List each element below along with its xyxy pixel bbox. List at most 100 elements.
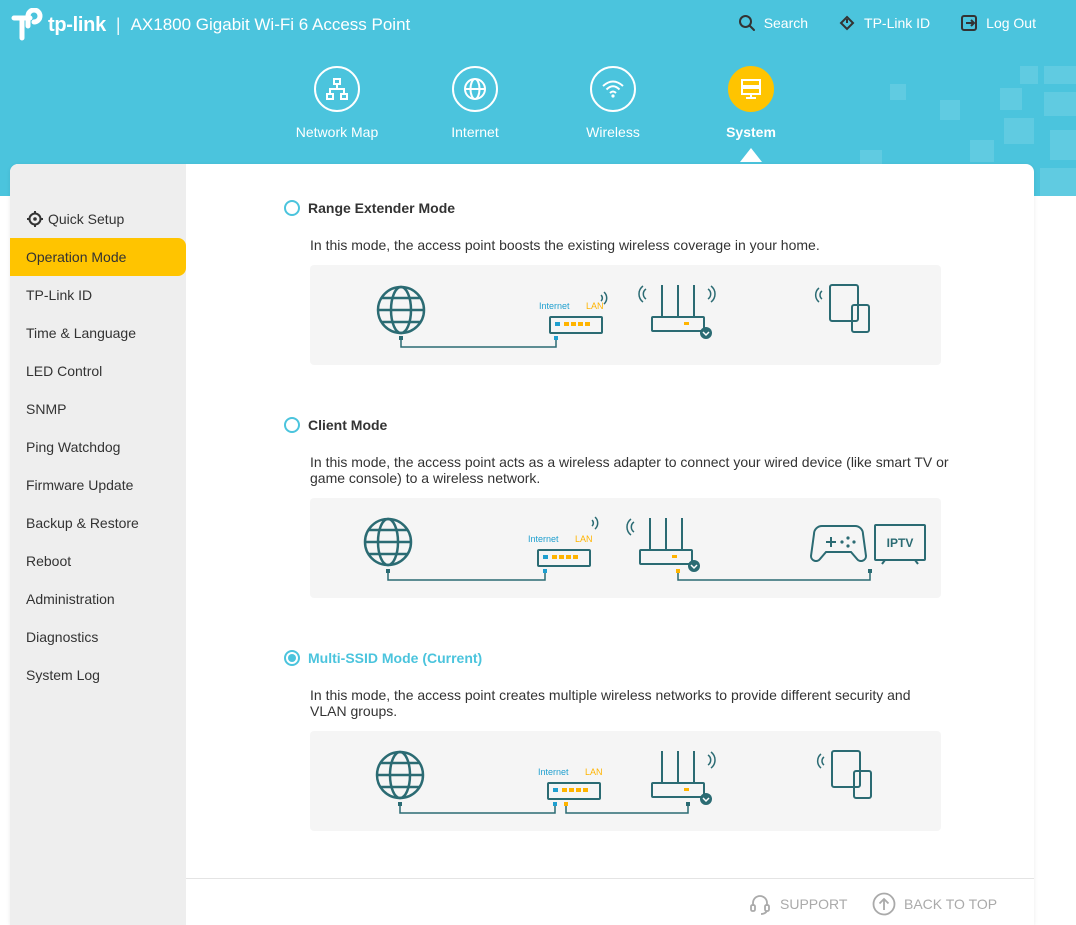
nav-wireless-label: Wireless [586, 124, 640, 140]
client-mode-description: In this mode, the access point acts as a… [310, 454, 949, 486]
header-actions: Search TP-Link ID Log Out [738, 14, 1036, 32]
product-name: AX1800 Gigabit Wi-Fi 6 Access Point [130, 15, 411, 34]
multi-ssid-radio[interactable] [284, 650, 300, 666]
tplink-id-label: TP-Link ID [864, 15, 931, 31]
sidebar-item-backup-restore[interactable]: Backup & Restore [10, 504, 186, 542]
access-point-icon [639, 518, 693, 565]
support-label: SUPPORT [780, 896, 848, 912]
tplink-logo-icon [11, 8, 43, 41]
internet-port-label: Internet [538, 767, 569, 777]
network-map-icon [326, 78, 348, 100]
sidebar-item-administration[interactable]: Administration [10, 580, 186, 618]
sidebar-item-tplink-id[interactable]: TP-Link ID [10, 276, 186, 314]
range-extender-mode-description: In this mode, the access point boosts th… [310, 237, 820, 253]
client-mode-title: Client Mode [308, 417, 388, 433]
logout-button[interactable]: Log Out [960, 14, 1036, 32]
header-separator: | [115, 14, 121, 35]
multi-ssid-diagram: Internet LAN [310, 731, 941, 831]
logout-icon [961, 15, 978, 31]
sidebar-item-label: Reboot [26, 553, 72, 569]
sidebar-item-led-control[interactable]: LED Control [10, 352, 186, 390]
sidebar-item-label: Firmware Update [26, 477, 134, 493]
nav-system[interactable]: System [682, 66, 820, 162]
sidebar-item-ping-watchdog[interactable]: Ping Watchdog [10, 428, 186, 466]
sidebar-item-label: Backup & Restore [26, 515, 139, 531]
sidebar-item-label: Operation Mode [26, 249, 127, 265]
sidebar-item-label: TP-Link ID [26, 287, 93, 303]
range-extender-radio[interactable] [284, 200, 300, 216]
multi-ssid-mode-title: Multi-SSID Mode (Current) [308, 650, 483, 666]
sidebar-item-diagnostics[interactable]: Diagnostics [10, 618, 186, 656]
system-icon [741, 79, 761, 99]
client-mode-section: Client Mode In this mode, the access poi… [284, 417, 950, 598]
range-extender-mode-section: Range Extender Mode In this mode, the ac… [284, 200, 950, 365]
lan-port-label: LAN [586, 301, 604, 311]
sidebar-item-label: LED Control [26, 363, 103, 379]
range-extender-diagram: Internet LAN [310, 265, 941, 365]
client-mode-radio[interactable] [284, 417, 300, 433]
sidebar-item-label: Ping Watchdog [26, 439, 121, 455]
active-nav-indicator [740, 148, 762, 162]
range-extender-mode-option[interactable]: Range Extender Mode [284, 200, 950, 216]
wan-cable [399, 805, 556, 814]
nav-network-map[interactable]: Network Map [268, 66, 406, 140]
sidebar-item-label: Quick Setup [48, 211, 125, 227]
internet-port-label: Internet [528, 534, 559, 544]
internet-port-label: Internet [539, 301, 570, 311]
nav-internet[interactable]: Internet [406, 66, 544, 140]
content-area: Range Extender Mode In this mode, the ac… [186, 164, 1034, 878]
support-link[interactable]: SUPPORT [748, 892, 847, 916]
client-devices-icon [829, 284, 870, 333]
wifi-icon [602, 80, 624, 98]
multi-ssid-mode-description: In this mode, the access point creates m… [310, 687, 911, 719]
ap-wifi-signal-icon [707, 751, 716, 769]
search-button[interactable]: Search [738, 14, 808, 32]
ap-wifi-signal-icon [626, 518, 635, 536]
modem-wifi-signal-icon [591, 516, 599, 530]
access-point-icon [651, 285, 705, 332]
tplink-logo: tp-link | AX1800 Gigabit Wi-Fi 6 Access … [10, 8, 410, 42]
search-icon [738, 15, 755, 31]
game-console-icon [809, 525, 868, 562]
iptv-label: IPTV [887, 536, 914, 550]
sidebar-item-label: Administration [26, 591, 115, 607]
search-label: Search [763, 15, 809, 31]
arrow-up-circle-icon [872, 892, 896, 916]
multi-ssid-mode-option[interactable]: Multi-SSID Mode (Current) [284, 650, 950, 666]
lan-port-label: LAN [575, 534, 593, 544]
client-devices-icon [831, 750, 872, 799]
sidebar-item-label: Time & Language [26, 325, 136, 341]
sidebar-item-quick-setup[interactable]: Quick Setup [10, 200, 186, 238]
tplink-id-icon [839, 15, 855, 31]
nav-network-map-label: Network Map [295, 124, 379, 140]
sidebar-item-snmp[interactable]: SNMP [10, 390, 186, 428]
sidebar-item-operation-mode[interactable]: Operation Mode [10, 238, 186, 276]
sidebar-item-time-language[interactable]: Time & Language [10, 314, 186, 352]
wan-cable [400, 339, 557, 348]
tplink-id-button[interactable]: TP-Link ID [838, 14, 930, 32]
globe-icon [464, 78, 486, 100]
sidebar-item-label: Diagnostics [26, 629, 99, 645]
nav-wireless[interactable]: Wireless [544, 66, 682, 140]
lan-cable [565, 805, 689, 814]
lan-cable [677, 572, 871, 581]
sidebar-item-firmware-update[interactable]: Firmware Update [10, 466, 186, 504]
headset-icon [750, 895, 770, 915]
internet-globe-icon [375, 750, 425, 800]
sidebar-item-reboot[interactable]: Reboot [10, 542, 186, 580]
nav-system-label: System [726, 124, 776, 140]
logout-label: Log Out [986, 15, 1036, 31]
sidebar-item-system-log[interactable]: System Log [10, 656, 186, 694]
access-point-icon [651, 751, 705, 798]
multi-ssid-mode-section: Multi-SSID Mode (Current) In this mode, … [284, 650, 950, 831]
gear-icon [27, 211, 43, 227]
sidebar-item-label: SNMP [26, 401, 67, 417]
back-to-top-label: BACK TO TOP [904, 896, 998, 912]
nav-internet-label: Internet [451, 124, 499, 140]
back-to-top-link[interactable]: BACK TO TOP [872, 892, 997, 916]
client-mode-option[interactable]: Client Mode [284, 417, 950, 433]
brand-name: tp-link [48, 13, 106, 36]
lan-port-label: LAN [585, 767, 603, 777]
wan-cable [387, 572, 546, 581]
device-wifi-signal-icon [814, 287, 823, 303]
